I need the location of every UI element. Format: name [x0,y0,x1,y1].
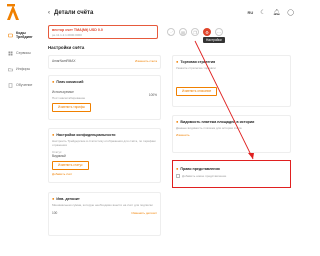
sidebar-item-label: Инфоры [16,67,31,71]
card-title: Торговая стратегия [180,59,216,64]
user-icon[interactable]: ◯ [287,9,294,16]
card-sub: Данные видимость платежа для истории счё… [176,125,242,130]
logo[interactable] [5,3,21,21]
settings-tooltip: Настройки [203,37,225,43]
row-label: Используемые [52,90,74,94]
add-account-link[interactable]: Добавить счёт [52,172,157,176]
settings-title: Настройки счёта [48,45,85,50]
row-sub: Пост масштабирование [52,95,86,100]
account-number: ре.11.1.2.1.0000.0000 [52,33,82,37]
info-icon: ● [52,196,55,201]
sidebar-item-label: Коды Трейдинг [16,31,33,39]
back-arrow-icon[interactable]: ‹ [48,10,50,16]
card-title: Видимость платежа площадей в истории [180,119,255,124]
document-icon[interactable]: ▤ [179,28,187,36]
moon-icon[interactable]: ☾ [260,9,265,16]
sidebar-item-info[interactable]: Инфоры [0,64,30,74]
strategy-card: ● Торговая стратегия Укажите стратегию то… [172,55,291,107]
bell-icon[interactable]: 🔔︎ [273,9,281,16]
info-icon: ● [176,59,179,64]
annotation-highlight [172,160,291,188]
signal-icon[interactable]: ⋰ [167,28,175,36]
page-title: Детали счёта [54,10,94,16]
card-title: Плач комиссий [56,79,84,84]
sidebar-item-learning[interactable]: Обучение [0,80,32,90]
change-tariff-button[interactable]: Изменить тарифы [52,102,91,112]
edit-deposit-link[interactable]: Изменить депозит [132,211,157,215]
deposit-value: 100 [52,210,58,215]
book-icon [8,82,13,88]
card-sub: Укажите стратегию торговли [176,65,216,70]
card-desc: Настроить Трейдерские в статистику отобр… [52,138,156,147]
history-visibility-card: ● Видимость платежа площадей в истории Да… [172,115,291,153]
card-desc: Минимальная сумма, которую необходимо вн… [52,202,153,207]
info-icon: ● [176,119,179,124]
commission-card: ● Плач комиссий Используемые Пост масштаб… [48,75,161,120]
sidebar-item-label: Обучение [16,83,33,87]
sidebar: Коды Трейдинг Сервисы Инфоры Обучение [0,0,40,256]
info-icon: ● [52,132,55,137]
wallet-icon [8,33,13,38]
folder-icon [8,67,13,72]
more-icon[interactable]: ⋯ [215,28,223,36]
sidebar-item-services[interactable]: Сервисы [0,48,31,58]
row-value: 100% [148,92,157,97]
top-icons: RU ☾ 🔔︎ ◯ [247,9,294,16]
edit-account-link[interactable]: Изменить счета [135,59,157,63]
info-icon: ● [52,79,55,84]
sidebar-item-trading[interactable]: Коды Трейдинг [0,30,40,40]
settings-gear-icon[interactable]: ⚙ [203,28,211,36]
account-actions: ⋰ ▤ ❐ ⚙ ⋯ [167,28,223,36]
edit-description-button[interactable]: Изменить описание [176,86,218,96]
change-status-button[interactable]: Изменить статус [52,160,89,170]
deposit-card: ● Инв. депозит Минимальная сумма, которую… [48,192,161,236]
language-selector[interactable]: RU [247,10,253,15]
account-name-value: AmarNamRMAX [52,59,76,63]
copy-icon[interactable]: ❐ [191,28,199,36]
account-name-card: AmarNamRMAX Изменить счета [48,55,161,69]
privacy-card: ● Настройки конфиденциальности Настроить … [48,128,161,183]
edit-link[interactable]: Изменить [176,133,287,137]
account-selector[interactable]: вестор счет TMA(Mt) USD 0.0 ре.11.1.2.1.… [48,25,158,39]
card-title: Инв. депозит [56,196,80,201]
grid-icon [8,51,13,56]
account-name: вестор счет TMA(Mt) USD 0.0 [52,28,103,32]
page-header: ‹ Детали счёта [48,10,93,16]
sidebar-item-label: Сервисы [16,51,31,55]
card-title: Настройки конфиденциальности [56,132,116,137]
